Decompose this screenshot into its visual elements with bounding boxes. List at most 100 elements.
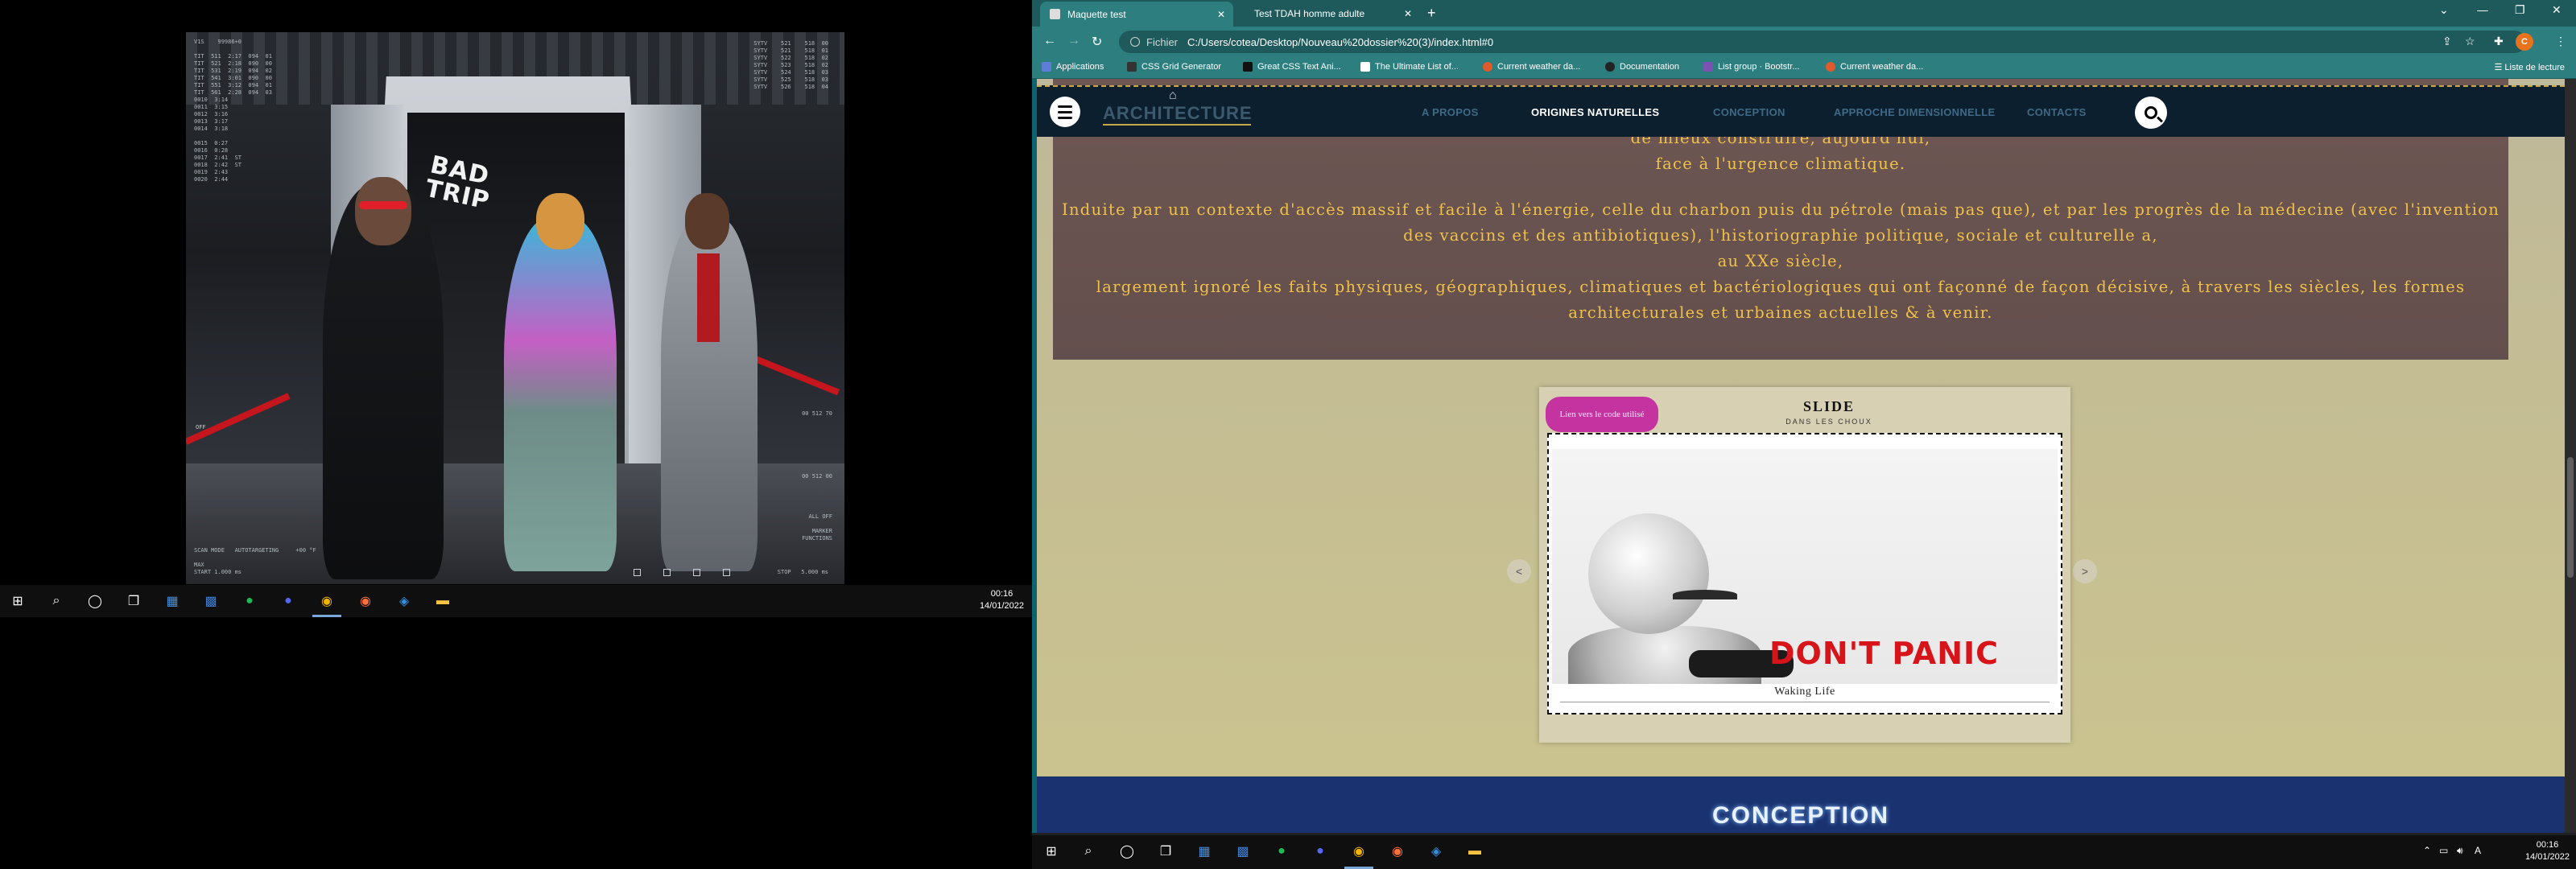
bookmark-favicon-icon (1483, 62, 1492, 72)
chrome-icon[interactable]: ◉ (317, 591, 336, 611)
windows-icon[interactable]: ⊞ (8, 591, 27, 611)
more-menu-icon[interactable]: ⋮ (2555, 35, 2566, 48)
reload-icon[interactable]: ↻ (1092, 34, 1102, 50)
profile-avatar[interactable]: C (2516, 33, 2533, 51)
hud-off-label: OFF (196, 424, 206, 430)
maximize-button[interactable]: ❐ (2515, 3, 2525, 17)
address-input[interactable]: Fichier C:/Users/cotea/Desktop/Nouveau%2… (1119, 31, 2526, 53)
chevron-up-icon[interactable]: ⌃ (2423, 845, 2431, 856)
back-arrow-icon[interactable]: ← (1043, 34, 1056, 48)
velvet-rope-left (186, 393, 291, 445)
chevron-down-icon[interactable]: ⌄ (2439, 3, 2449, 17)
extensions-icon[interactable]: ✚ (2494, 35, 2504, 48)
slide-prev-button[interactable]: < (1507, 559, 1531, 583)
photos-icon[interactable]: ▩ (1233, 842, 1253, 861)
close-icon[interactable]: ✕ (1404, 8, 1412, 19)
vscode-icon[interactable]: ◈ (1426, 842, 1446, 861)
calculator-icon[interactable]: ▦ (1195, 842, 1214, 861)
bookmark-ultimate-list[interactable]: The Ultimate List of... (1360, 62, 1459, 72)
photos-icon[interactable]: ▩ (201, 591, 221, 611)
search-icon[interactable]: ⌕ (47, 591, 66, 611)
nav-link-a-propos[interactable]: A PROPOS (1422, 106, 1479, 118)
spotify-icon[interactable]: ● (1272, 842, 1291, 861)
cortana-icon[interactable]: ◯ (85, 591, 105, 611)
hud-square-icon (723, 569, 730, 576)
bookmark-favicon-icon (1826, 62, 1835, 72)
task-view-icon[interactable]: ❐ (124, 591, 143, 611)
bookmark-star-icon[interactable]: ☆ (2465, 35, 2475, 48)
forward-arrow-icon[interactable]: → (1067, 34, 1080, 48)
vscode-icon[interactable]: ◈ (394, 591, 414, 611)
character-middle (504, 193, 617, 571)
tab-maquette-test[interactable]: Maquette test ✕ (1040, 2, 1233, 27)
site-navbar: ⌂ ARCHITECTURE A PROPOS ORIGINES NATUREL… (1037, 85, 2565, 137)
hud-top-right: SYTV 521 518 00 SYTV 521 518 01 SYTV 522… (753, 40, 828, 90)
windows-icon[interactable]: ⊞ (1042, 842, 1061, 861)
search-icon[interactable]: ⌕ (1079, 842, 1098, 861)
taskbar-clock[interactable]: 00:16 14/01/2022 (2525, 839, 2570, 863)
new-tab-button[interactable]: + (1427, 5, 1436, 22)
logo-underline (1103, 124, 1251, 126)
bookmark-css-text[interactable]: Great CSS Text Ani... (1243, 62, 1341, 72)
right-taskbar: ⊞ ⌕ ◯ ❐ ▦ ▩ ● ● ◉ ◉ ◈ ▬ ⌃ ▭ 🔊︎ A 00:16 1… (1032, 835, 2576, 869)
close-icon[interactable]: ✕ (1217, 9, 1225, 20)
nav-link-approche-dimensionnelle[interactable]: APPROCHE DIMENSIONNELLE (1834, 106, 1995, 118)
discord-icon[interactable]: ● (279, 591, 298, 611)
page-scrollbar[interactable] (2565, 79, 2576, 833)
firefox-icon[interactable]: ◉ (1388, 842, 1407, 861)
nav-link-origines-naturelles[interactable]: ORIGINES NATURELLES (1531, 106, 1659, 118)
calculator-icon[interactable]: ▦ (163, 591, 182, 611)
hud-top-left: V1S 99986+0 TIT 511 2:17 094 01 TIT 521 … (194, 39, 272, 183)
left-taskbar: ⊞ ⌕ ◯ ❐ ▦ ▩ ● ● ◉ ◉ ◈ ▬ 00:16 14/01/2022 (0, 585, 1032, 617)
scrollbar-thumb[interactable] (2567, 457, 2574, 578)
hud-square-icon (693, 569, 700, 576)
file-explorer-icon[interactable]: ▬ (1465, 842, 1484, 861)
page-favicon-icon (1050, 9, 1060, 19)
bookmark-weather-2[interactable]: Current weather da... (1826, 62, 1923, 72)
url-scheme: Fichier (1146, 35, 1179, 48)
bookmark-weather-1[interactable]: Current weather da... (1483, 62, 1580, 72)
file-explorer-icon[interactable]: ▬ (433, 591, 452, 611)
discord-icon[interactable]: ● (1311, 842, 1330, 861)
share-icon[interactable]: ⇪ (2442, 35, 2452, 48)
task-view-icon[interactable]: ❐ (1156, 842, 1175, 861)
bookmark-applications[interactable]: Applications (1042, 62, 1104, 72)
right-monitor: Maquette test ✕ Test TDAH homme adulte ✕… (1032, 0, 2576, 869)
close-window-button[interactable]: ✕ (2552, 3, 2562, 17)
chrome-icon[interactable]: ◉ (1349, 842, 1368, 861)
bookmark-list-group[interactable]: List group · Bootstr... (1703, 62, 1800, 72)
site-logo[interactable]: ⌂ ARCHITECTURE (1103, 89, 1253, 126)
slide-frame: DON'T PANIC Waking Life (1547, 433, 2062, 715)
character-right (661, 193, 758, 571)
network-icon[interactable]: ▭ (2439, 845, 2448, 856)
bookmark-favicon-icon (1243, 62, 1253, 72)
bookmark-favicon-icon (1127, 62, 1137, 72)
slide-title: SLIDE (1802, 398, 1856, 414)
site-search-button[interactable] (2135, 97, 2167, 129)
robot-eye (1673, 590, 1737, 599)
firefox-icon[interactable]: ◉ (356, 591, 375, 611)
code-link-button[interactable]: Lien vers le code utilisé (1546, 397, 1658, 432)
tab-test-tdah[interactable]: Test TDAH homme adulte ✕ (1235, 0, 1420, 27)
language-icon[interactable]: A (2475, 845, 2481, 856)
hamburger-menu-button[interactable] (1050, 97, 1080, 127)
bookmark-css-grid[interactable]: CSS Grid Generator (1127, 62, 1221, 72)
slide-next-button[interactable]: > (2073, 559, 2097, 583)
cortana-icon[interactable]: ◯ (1117, 842, 1137, 861)
spotify-icon[interactable]: ● (240, 591, 259, 611)
nav-link-conception[interactable]: CONCEPTION (1713, 106, 1785, 118)
taskbar-clock[interactable]: 00:16 14/01/2022 (980, 588, 1024, 612)
clock-time: 00:16 (2536, 840, 2559, 850)
hud-readout-2: 00 512 00 (802, 473, 832, 480)
page-viewport[interactable]: de mieux construire, aujourd'hui, face à… (1037, 79, 2565, 833)
hud-square-icon (634, 569, 641, 576)
reading-list-button[interactable]: ☰ Liste de lecture (2494, 62, 2565, 72)
minimize-button[interactable]: — (2477, 3, 2488, 16)
nav-link-contacts[interactable]: CONTACTS (2027, 106, 2087, 118)
robot-head (1588, 513, 1709, 634)
info-icon[interactable] (1130, 37, 1140, 47)
bookmark-documentation[interactable]: Documentation (1605, 62, 1679, 72)
browser-toolbar: ← → ↻ Fichier C:/Users/cotea/Desktop/Nou… (1032, 27, 2576, 57)
clock-date: 14/01/2022 (979, 601, 1024, 611)
volume-icon[interactable]: 🔊︎ (2457, 845, 2463, 857)
